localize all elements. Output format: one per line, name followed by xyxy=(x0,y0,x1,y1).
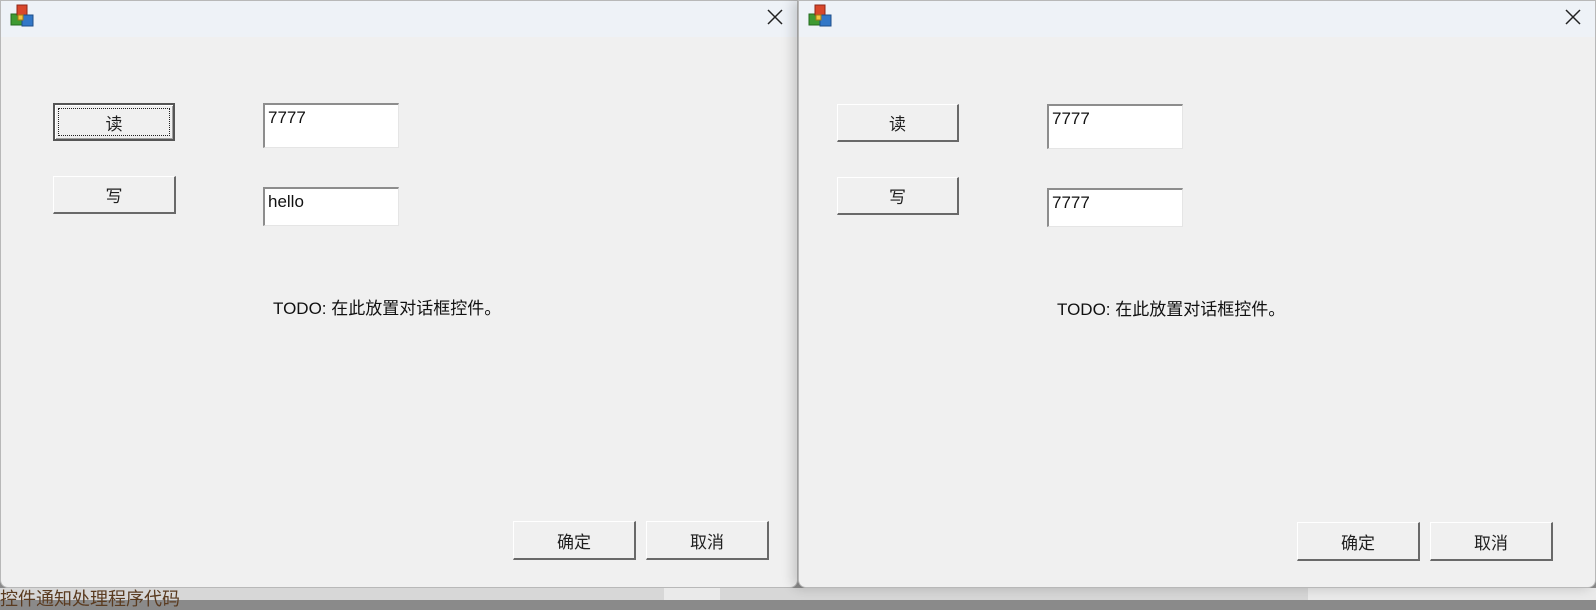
read-button[interactable]: 读 xyxy=(837,104,959,142)
ok-button-label: 确定 xyxy=(1341,533,1375,554)
background-panel xyxy=(1308,588,1596,600)
dialog-left: 读 写 7777 hello TODO: 在此放置对话框控件。 确定 取消 xyxy=(0,0,798,588)
title-bar xyxy=(1,1,797,37)
close-icon xyxy=(767,9,783,25)
dialog-right: 读 写 7777 7777 TODO: 在此放置对话框控件。 确定 取消 xyxy=(798,0,1596,588)
background-code-text: 控件通知处理程序代码 xyxy=(0,589,180,610)
read-value-field[interactable]: 7777 xyxy=(1047,104,1183,149)
read-button-label: 读 xyxy=(889,115,906,135)
write-button[interactable]: 写 xyxy=(837,177,959,215)
cancel-button[interactable]: 取消 xyxy=(646,521,769,560)
write-button-label: 写 xyxy=(105,187,123,207)
title-bar xyxy=(799,1,1595,37)
todo-placeholder-text: TODO: 在此放置对话框控件。 xyxy=(1057,300,1286,319)
ok-button[interactable]: 确定 xyxy=(1297,522,1420,561)
read-value-field[interactable]: 7777 xyxy=(263,103,399,148)
cancel-button[interactable]: 取消 xyxy=(1430,522,1553,561)
cancel-button-label: 取消 xyxy=(690,532,724,553)
close-button[interactable] xyxy=(1559,5,1587,29)
write-button[interactable]: 写 xyxy=(53,176,176,214)
read-button[interactable]: 读 xyxy=(53,103,175,141)
ok-button-label: 确定 xyxy=(557,532,591,553)
app-blocks-icon xyxy=(9,3,35,29)
read-button-label: 读 xyxy=(105,114,123,135)
write-button-label: 写 xyxy=(889,188,906,208)
todo-placeholder-text: TODO: 在此放置对话框控件。 xyxy=(273,299,502,318)
background-panel xyxy=(664,588,720,600)
close-icon xyxy=(1565,9,1581,25)
cancel-button-label: 取消 xyxy=(1474,533,1508,554)
ok-button[interactable]: 确定 xyxy=(513,521,636,560)
close-button[interactable] xyxy=(761,5,789,29)
write-value-field[interactable]: 7777 xyxy=(1047,188,1183,227)
app-blocks-icon xyxy=(807,3,833,29)
write-value-field[interactable]: hello xyxy=(263,187,399,226)
